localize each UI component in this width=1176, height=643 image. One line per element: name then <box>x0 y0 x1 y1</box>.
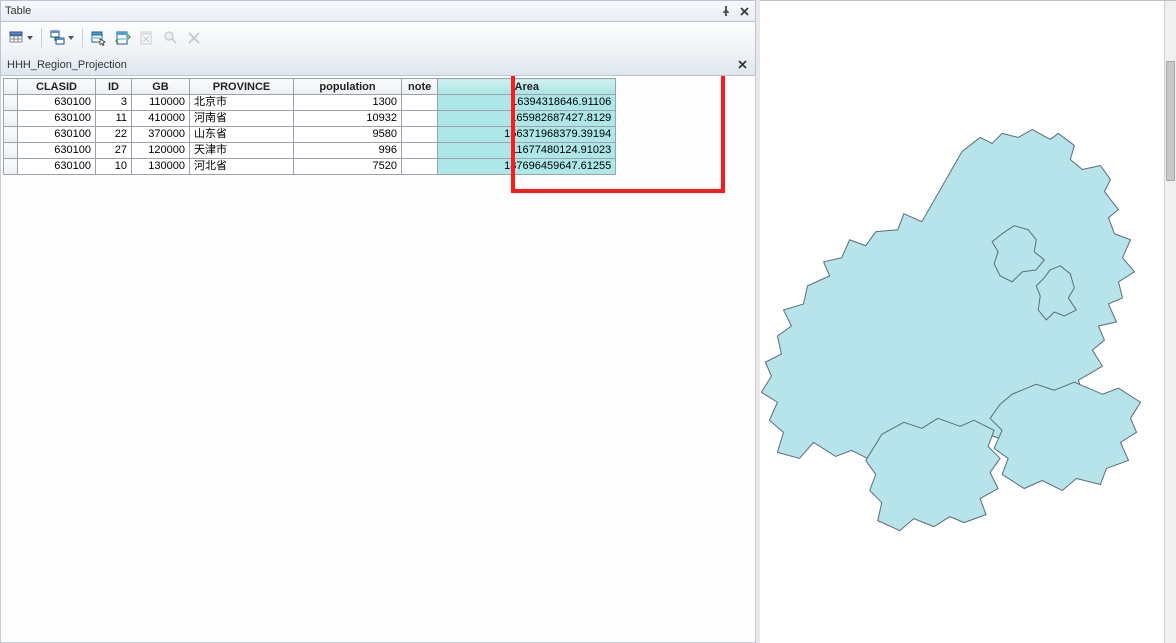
cell-area[interactable]: 11677480124.91023 <box>438 143 616 159</box>
panel-title: Table <box>5 5 715 17</box>
table-grid-area: CLASID ID GB PROVINCE population note Ar… <box>0 76 756 643</box>
row-handle[interactable] <box>4 159 18 175</box>
region-shandong[interactable] <box>990 382 1140 490</box>
cell-area[interactable]: 187696459647.61255 <box>438 159 616 175</box>
cell-population[interactable]: 7520 <box>294 159 402 175</box>
row-handle[interactable] <box>4 143 18 159</box>
attribute-table[interactable]: CLASID ID GB PROVINCE population note Ar… <box>3 78 616 175</box>
col-population[interactable]: population <box>294 79 402 95</box>
cell-province[interactable]: 河南省 <box>190 111 294 127</box>
cell-clasid[interactable]: 630100 <box>18 127 96 143</box>
cell-clasid[interactable]: 630100 <box>18 111 96 127</box>
vertical-scrollbar[interactable] <box>1164 1 1176 643</box>
cell-id[interactable]: 22 <box>96 127 132 143</box>
table-toolbar <box>0 22 756 54</box>
cell-population[interactable]: 1300 <box>294 95 402 111</box>
col-id[interactable]: ID <box>96 79 132 95</box>
row-handle[interactable] <box>4 127 18 143</box>
map-view[interactable] <box>760 0 1176 643</box>
cell-clasid[interactable]: 630100 <box>18 159 96 175</box>
close-icon[interactable] <box>737 4 751 18</box>
cell-clasid[interactable]: 630100 <box>18 143 96 159</box>
cell-id[interactable]: 3 <box>96 95 132 111</box>
cell-population[interactable]: 10932 <box>294 111 402 127</box>
cell-province[interactable]: 河北省 <box>190 159 294 175</box>
cell-note[interactable] <box>402 111 438 127</box>
table-row[interactable]: 63010027120000天津市996 11677480124.91023 <box>4 143 616 159</box>
tab-bar: HHH_Region_Projection <box>0 54 756 76</box>
table-row[interactable]: 63010011410000河南省10932 165982687427.8129 <box>4 111 616 127</box>
panel-title-bar: Table <box>0 0 756 22</box>
cell-note[interactable] <box>402 143 438 159</box>
pin-icon[interactable] <box>719 4 733 18</box>
col-note[interactable]: note <box>402 79 438 95</box>
cell-clasid[interactable]: 630100 <box>18 95 96 111</box>
table-panel: Table <box>0 0 760 643</box>
col-province[interactable]: PROVINCE <box>190 79 294 95</box>
cell-gb[interactable]: 370000 <box>132 127 190 143</box>
table-row[interactable]: 63010010130000河北省7520 187696459647.61255 <box>4 159 616 175</box>
cell-area[interactable]: 16394318646.91106 <box>438 95 616 111</box>
cell-note[interactable] <box>402 159 438 175</box>
table-row[interactable]: 6301003110000北京市1300 16394318646.91106 <box>4 95 616 111</box>
chevron-down-icon <box>67 27 74 49</box>
close-tab-icon[interactable] <box>735 58 749 72</box>
map-svg <box>760 1 1164 643</box>
map-canvas[interactable] <box>760 1 1164 643</box>
chevron-down-icon <box>26 27 33 49</box>
row-header-col[interactable] <box>4 79 18 95</box>
row-handle[interactable] <box>4 111 18 127</box>
cell-province[interactable]: 山东省 <box>190 127 294 143</box>
cell-area[interactable]: 165982687427.8129 <box>438 111 616 127</box>
cell-population[interactable]: 996 <box>294 143 402 159</box>
cell-id[interactable]: 27 <box>96 143 132 159</box>
clear-selection-button[interactable] <box>135 27 159 49</box>
cell-id[interactable]: 11 <box>96 111 132 127</box>
cell-note[interactable] <box>402 127 438 143</box>
related-tables-button[interactable] <box>46 27 78 49</box>
cell-id[interactable]: 10 <box>96 159 132 175</box>
cell-gb[interactable]: 110000 <box>132 95 190 111</box>
zoom-selection-button[interactable] <box>159 27 183 49</box>
cell-population[interactable]: 9580 <box>294 127 402 143</box>
col-gb[interactable]: GB <box>132 79 190 95</box>
toolbar-separator <box>41 28 42 48</box>
table-options-button[interactable] <box>5 27 37 49</box>
cell-gb[interactable]: 410000 <box>132 111 190 127</box>
select-by-attributes-button[interactable] <box>87 27 111 49</box>
col-clasid[interactable]: CLASID <box>18 79 96 95</box>
tab-label[interactable]: HHH_Region_Projection <box>7 59 731 71</box>
cell-area[interactable]: 156371968379.39194 <box>438 127 616 143</box>
cell-gb[interactable]: 120000 <box>132 143 190 159</box>
header-row: CLASID ID GB PROVINCE population note Ar… <box>4 79 616 95</box>
cell-province[interactable]: 天津市 <box>190 143 294 159</box>
table-row[interactable]: 63010022370000山东省9580 156371968379.39194 <box>4 127 616 143</box>
switch-selection-button[interactable] <box>111 27 135 49</box>
toolbar-separator <box>82 28 83 48</box>
row-handle[interactable] <box>4 95 18 111</box>
col-area[interactable]: Area <box>438 79 616 95</box>
scrollbar-thumb[interactable] <box>1166 61 1175 181</box>
cell-province[interactable]: 北京市 <box>190 95 294 111</box>
cell-gb[interactable]: 130000 <box>132 159 190 175</box>
cell-note[interactable] <box>402 95 438 111</box>
delete-selection-button[interactable] <box>183 27 205 49</box>
region-henan[interactable] <box>866 418 1000 530</box>
